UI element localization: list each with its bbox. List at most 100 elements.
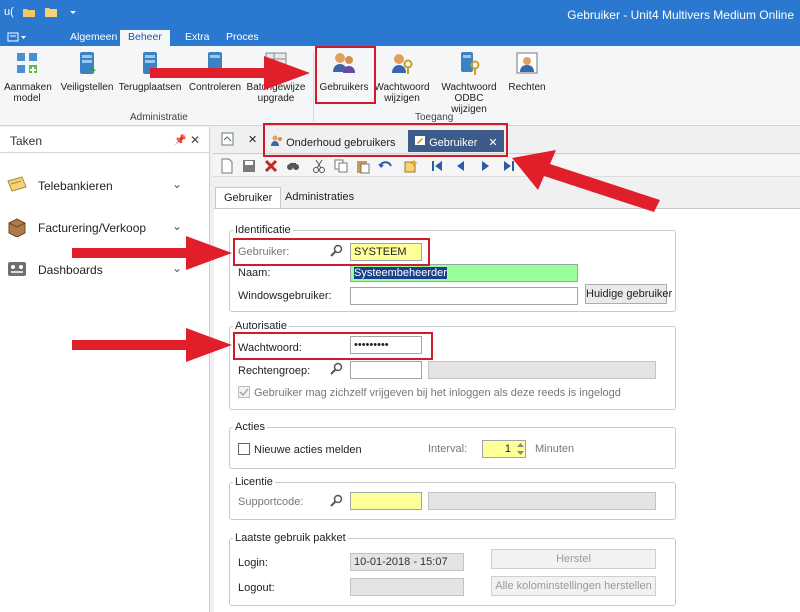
- interval-label: Interval:: [428, 443, 468, 455]
- new-document-icon[interactable]: [219, 158, 235, 174]
- group-title: Identificatie: [233, 224, 293, 236]
- telebanking-icon: [7, 176, 27, 192]
- tab-proces[interactable]: Proces: [218, 30, 267, 46]
- zichzelf-vrijgeven-label: Gebruiker mag zichzelf vrijgeven bij het…: [254, 387, 621, 399]
- tasks-panel-title: Taken: [10, 134, 43, 148]
- tab-administraties[interactable]: Administraties: [277, 187, 362, 208]
- ribbon: Aanmaken model Veiligstellen Terugplaats…: [0, 46, 800, 126]
- supportcode-description-field: [428, 492, 656, 510]
- ribbon-label: wijzigen: [384, 93, 420, 104]
- minuten-label: Minuten: [535, 443, 575, 455]
- rechtengroep-description-field: [428, 361, 656, 379]
- chevron-down-icon[interactable]: ⌄: [172, 177, 182, 191]
- backup-icon: [80, 52, 96, 74]
- ribbon-tab-bar: Algemeen Beheer Extra Proces: [0, 30, 800, 47]
- ribbon-label: upgrade: [257, 93, 295, 104]
- tab-beheer[interactable]: Beheer: [120, 30, 170, 47]
- rechtengroep-field[interactable]: [350, 361, 422, 379]
- herstel-button[interactable]: Herstel: [491, 549, 656, 569]
- arrow-annotation: [72, 328, 232, 362]
- ribbon-label: Rechten: [508, 82, 546, 93]
- group-label-administratie: Administratie: [130, 112, 188, 123]
- pin-icon[interactable]: 📌: [174, 135, 186, 146]
- group-title: Acties: [233, 421, 267, 433]
- search-icon[interactable]: [330, 362, 344, 376]
- naam-field[interactable]: Systeembeheerder: [350, 264, 578, 282]
- copy-icon[interactable]: [333, 158, 349, 174]
- close-icon[interactable]: ✕: [248, 133, 257, 146]
- wachtwoord-wijzigen-button[interactable]: Wachtwoord wijzigen: [372, 50, 432, 104]
- nieuwe-acties-checkbox[interactable]: [238, 443, 250, 455]
- group-title: Licentie: [233, 476, 275, 488]
- group-title: Laatste gebruik pakket: [233, 532, 348, 544]
- sidebar-item-label: Telebankieren: [38, 179, 113, 193]
- first-record-icon[interactable]: [429, 158, 445, 174]
- arrow-annotation: [512, 150, 660, 212]
- huidige-gebruiker-button[interactable]: Huidige gebruiker: [585, 284, 672, 304]
- rights-icon: [516, 52, 538, 74]
- naam-value: Systeembeheerder: [354, 267, 447, 279]
- arrow-annotation: [150, 56, 310, 90]
- group-title: Autorisatie: [233, 320, 289, 332]
- ribbon-label: Wachtwoord: [441, 82, 497, 93]
- find-icon[interactable]: [285, 158, 301, 174]
- rechtengroep-label: Rechtengroep:: [238, 365, 311, 377]
- tasks-panel-header: Taken 📌 ✕: [0, 127, 210, 153]
- previous-record-icon[interactable]: [453, 158, 469, 174]
- delete-icon[interactable]: [263, 158, 279, 174]
- logout-label: Logout:: [238, 582, 275, 594]
- password-key-icon: [392, 54, 413, 74]
- title-bar: u( Gebruiker - Unit4 Multivers Medium On…: [0, 0, 800, 30]
- app-logo: u(: [4, 6, 14, 18]
- interval-spinner[interactable]: [516, 441, 525, 457]
- tasks-panel: Taken 📌 ✕ Telebankieren ⌄ Facturering/Ve…: [0, 127, 210, 612]
- cut-icon[interactable]: [311, 158, 327, 174]
- next-record-icon[interactable]: [477, 158, 493, 174]
- arrow-annotation: [72, 236, 232, 270]
- nieuwe-acties-label: Nieuwe acties melden: [254, 444, 362, 456]
- sidebar-item-label: Facturering/Verkoop: [38, 221, 147, 235]
- odbc-key-icon: [461, 52, 480, 75]
- wachtwoord-odbc-wijzigen-button[interactable]: Wachtwoord ODBC wijzigen: [436, 50, 502, 115]
- save-icon[interactable]: [241, 158, 257, 174]
- add-item-icon[interactable]: [403, 158, 419, 174]
- kolominstellingen-herstellen-button[interactable]: Alle kolominstellingen herstellen: [491, 576, 656, 596]
- search-icon[interactable]: [330, 494, 344, 508]
- aanmaken-model-button[interactable]: Aanmaken model: [4, 50, 52, 104]
- document-icon[interactable]: [221, 132, 235, 146]
- tab-gebruiker-details[interactable]: Gebruiker: [215, 187, 282, 209]
- zichzelf-vrijgeven-checkbox[interactable]: [238, 386, 250, 398]
- ribbon-label: Veiligstellen: [60, 82, 114, 93]
- sidebar-item-telebankieren[interactable]: Telebankieren ⌄: [0, 171, 210, 199]
- supportcode-label: Supportcode:: [238, 496, 304, 508]
- open-folder-icon[interactable]: [22, 6, 36, 18]
- chevron-down-icon[interactable]: ⌄: [172, 219, 182, 233]
- folder-icon[interactable]: [44, 6, 58, 18]
- veiligstellen-button[interactable]: Veiligstellen: [58, 50, 116, 93]
- rechten-button[interactable]: Rechten: [504, 50, 550, 93]
- highlight-gebruiker-field: [233, 238, 430, 266]
- naam-label: Naam:: [238, 267, 271, 279]
- customize-qat-icon[interactable]: [66, 6, 80, 18]
- file-menu-button[interactable]: [6, 32, 40, 44]
- supportcode-field[interactable]: [350, 492, 422, 510]
- login-label: Login:: [238, 557, 268, 569]
- ribbon-label: Aanmaken: [4, 82, 52, 93]
- highlight-gebruikers-button: [315, 46, 376, 104]
- undo-icon[interactable]: [377, 158, 393, 174]
- quick-access-toolbar: u(: [4, 6, 80, 18]
- highlight-document-tabs: [263, 123, 508, 157]
- ribbon-label: model: [13, 93, 41, 104]
- file-menu-icon: [7, 32, 26, 42]
- tab-extra[interactable]: Extra: [177, 30, 218, 46]
- toolbar: [213, 155, 800, 177]
- login-field: 10-01-2018 - 15:07: [350, 553, 464, 571]
- logout-field: [350, 578, 464, 596]
- highlight-wachtwoord-field: [233, 332, 433, 360]
- window-title: Gebruiker - Unit4 Multivers Medium Onlin…: [567, 8, 794, 22]
- close-icon[interactable]: ✕: [190, 133, 200, 147]
- windowsgebruiker-field[interactable]: [350, 287, 578, 305]
- dashboard-icon: [8, 262, 26, 276]
- paste-icon[interactable]: [355, 158, 371, 174]
- tab-algemeen[interactable]: Algemeen: [62, 30, 125, 46]
